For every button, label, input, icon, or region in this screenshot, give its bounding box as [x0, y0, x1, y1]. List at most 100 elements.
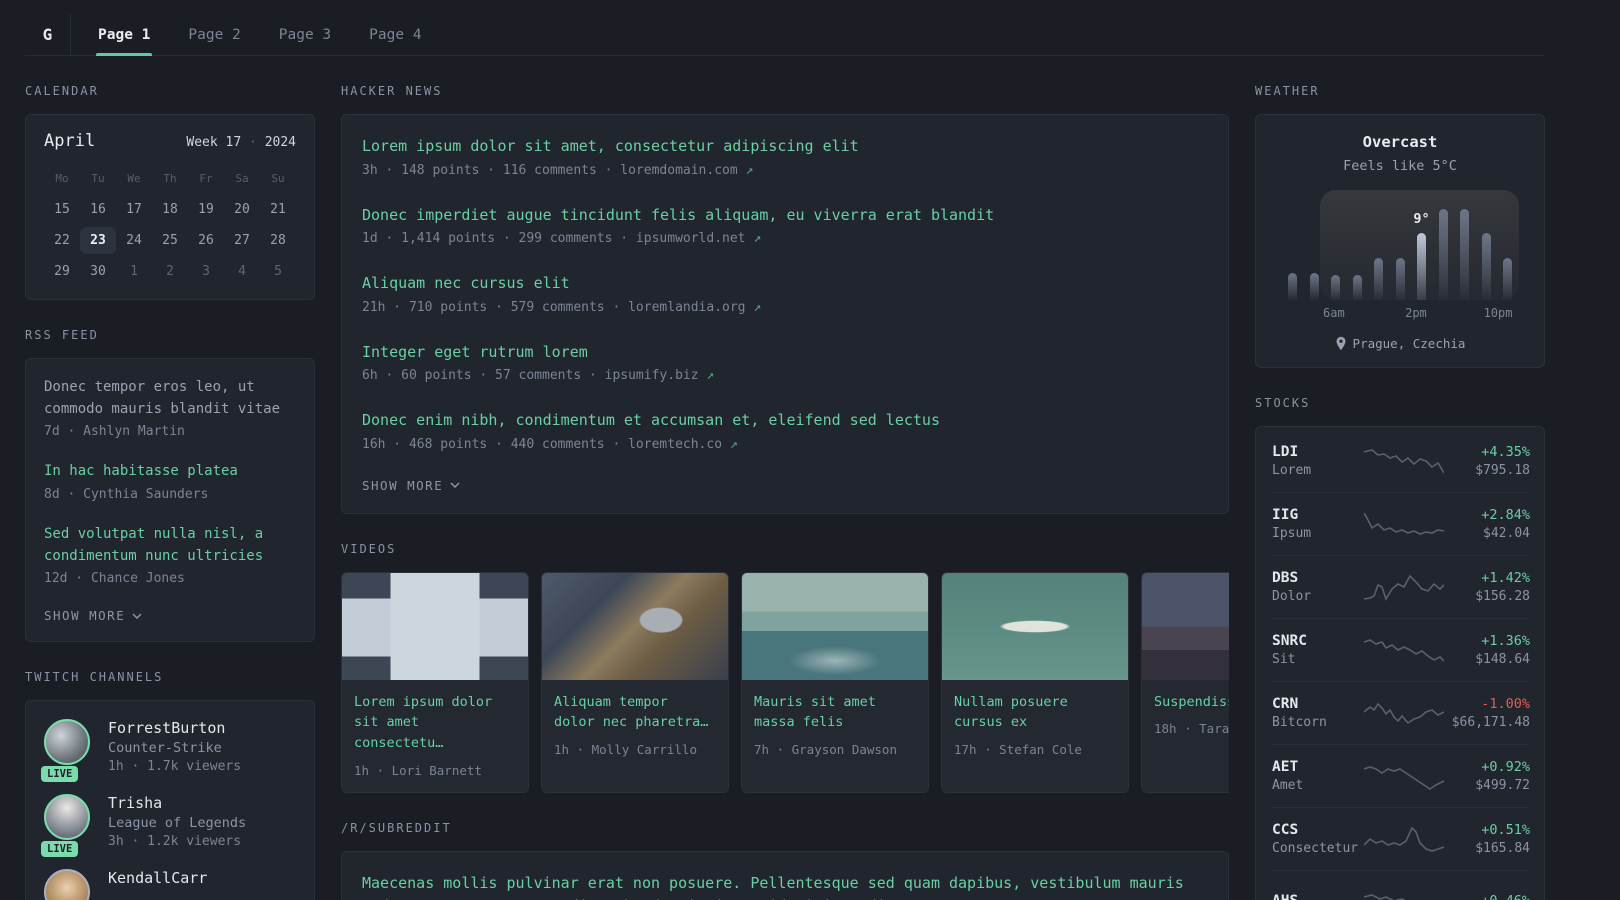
- hn-item-title[interactable]: Integer eget rutrum lorem: [362, 341, 1208, 364]
- video-card[interactable]: Lorem ipsum dolor sit amet consectetu… 1…: [341, 571, 529, 794]
- tab-page-2[interactable]: Page 2: [174, 14, 254, 55]
- external-link-icon[interactable]: ↗: [753, 300, 761, 315]
- calendar-day: 29: [54, 264, 70, 279]
- twitch-widget: TWITCH CHANNELS LIVE ForrestBurton Count…: [25, 670, 315, 900]
- video-title[interactable]: Nullam posuere cursus ex: [954, 692, 1116, 734]
- rss-item-meta: 7d · Ashlyn Martin: [44, 424, 185, 440]
- stock-row[interactable]: LDI Lorem +4.35% $795.18: [1272, 429, 1530, 492]
- stock-change: +0.51%: [1481, 822, 1530, 838]
- video-card[interactable]: Suspendisse diam 18h · Tara: [1141, 571, 1229, 794]
- rss-item-meta: 8d · Cynthia Saunders: [44, 487, 209, 503]
- calendar-weekday: Su: [271, 172, 285, 185]
- app-logo[interactable]: G: [25, 14, 71, 55]
- calendar-grid: Mo Tu We Th Fr Sa Su 15 16 17 18 19 20 21 22 23 24 25 26 27…: [44, 165, 296, 285]
- tab-page-4[interactable]: Page 4: [355, 14, 435, 55]
- stock-row[interactable]: CRN Bitcorn -1.00% $66,171.48: [1272, 681, 1530, 744]
- calendar-weekday: Fr: [199, 172, 213, 185]
- tab-page-3[interactable]: Page 3: [265, 14, 345, 55]
- stock-row[interactable]: AHS +0.46%: [1272, 870, 1530, 900]
- calendar-day: 1: [130, 264, 138, 279]
- stock-change: +0.46%: [1444, 893, 1530, 900]
- external-link-icon[interactable]: ↗: [706, 368, 714, 383]
- stock-price: $795.18: [1475, 462, 1530, 478]
- rss-item-title[interactable]: In hac habitasse platea: [44, 461, 296, 483]
- stock-ticker[interactable]: DBS: [1272, 570, 1364, 586]
- stock-sparkline: [1364, 698, 1444, 728]
- stock-ticker[interactable]: SNRC: [1272, 633, 1364, 649]
- stock-price: $165.84: [1475, 841, 1530, 856]
- video-thumbnail[interactable]: [942, 572, 1128, 680]
- live-badge: LIVE: [41, 841, 79, 858]
- stock-change: +0.92%: [1481, 759, 1530, 775]
- calendar-day: 20: [234, 202, 250, 217]
- twitch-channel-row[interactable]: LIVE Trisha League of Legends 3h · 1.2k …: [41, 794, 296, 858]
- stock-sparkline: [1364, 572, 1444, 602]
- video-list: Lorem ipsum dolor sit amet consectetu… 1…: [341, 571, 1229, 794]
- stock-ticker[interactable]: CRN: [1272, 696, 1364, 712]
- subreddit-widget: /R/SUBREDDIT Maecenas mollis pulvinar er…: [341, 821, 1229, 900]
- video-thumbnail[interactable]: [1142, 572, 1229, 680]
- video-title[interactable]: Suspendisse diam: [1154, 692, 1229, 713]
- external-link-icon[interactable]: ↗: [746, 163, 754, 178]
- rss-item-meta: 12d · Chance Jones: [44, 571, 185, 587]
- external-link-icon[interactable]: ↗: [730, 437, 738, 452]
- video-thumbnail[interactable]: [542, 572, 728, 680]
- rss-item-title[interactable]: Sed volutpat nulla nisl, a condimentum n…: [44, 524, 296, 567]
- video-meta: 1h · Molly Carrillo: [554, 742, 697, 758]
- weather-bar: [1481, 232, 1491, 300]
- reddit-post-title[interactable]: Maecenas mollis pulvinar erat non posuer…: [362, 872, 1208, 900]
- twitch-channel-row[interactable]: LIVE ForrestBurton Counter-Strike 1h · 1…: [41, 719, 296, 783]
- hn-show-more-button[interactable]: SHOW MORE: [362, 478, 1208, 493]
- calendar-day: 4: [238, 264, 246, 279]
- hn-item-title[interactable]: Lorem ipsum dolor sit amet, consectetur …: [362, 135, 1208, 158]
- stock-name: Dolor: [1272, 589, 1312, 604]
- hn-item: Integer eget rutrum lorem 6h · 60 points…: [362, 341, 1208, 384]
- twitch-channel-row[interactable]: KendallCarr: [44, 869, 296, 900]
- reddit-post: Maecenas mollis pulvinar erat non posuer…: [362, 872, 1208, 900]
- weather-time-axis: 6am 2pm 10pm: [1286, 306, 1514, 322]
- rss-show-more-button[interactable]: SHOW MORE: [44, 608, 296, 623]
- stock-ticker[interactable]: LDI: [1272, 444, 1364, 460]
- calendar-day: 28: [270, 233, 286, 248]
- calendar-day: 25: [162, 233, 178, 248]
- stock-row[interactable]: IIG Ipsum +2.84% $42.04: [1272, 492, 1530, 555]
- video-thumbnail[interactable]: [742, 572, 928, 680]
- video-card[interactable]: Aliquam tempor dolor nec pharetra… 1h · …: [541, 571, 729, 794]
- calendar-day: 26: [198, 233, 214, 248]
- rss-item-title[interactable]: Donec tempor eros leo, ut commodo mauris…: [44, 377, 296, 420]
- subreddit-header: /R/SUBREDDIT: [341, 821, 452, 836]
- calendar-weekday: Sa: [235, 172, 249, 185]
- hn-item-title[interactable]: Donec enim nibh, condimentum et accumsan…: [362, 409, 1208, 432]
- stock-row[interactable]: DBS Dolor +1.42% $156.28: [1272, 555, 1530, 618]
- twitch-channel-name[interactable]: Trisha: [108, 794, 246, 812]
- live-badge: LIVE: [41, 766, 79, 783]
- rss-widget: RSS FEED Donec tempor eros leo, ut commo…: [25, 328, 315, 643]
- hn-item-title[interactable]: Donec imperdiet augue tincidunt felis al…: [362, 204, 1208, 227]
- rss-item: Sed volutpat nulla nisl, a condimentum n…: [44, 524, 296, 586]
- hn-item-title[interactable]: Aliquam nec cursus elit: [362, 272, 1208, 295]
- video-card[interactable]: Mauris sit amet massa felis 7h · Grayson…: [741, 571, 929, 794]
- external-link-icon[interactable]: ↗: [753, 231, 761, 246]
- stocks-widget: STOCKS LDI Lorem +4.35% $795.18 IIG Ipsu…: [1255, 396, 1545, 900]
- stock-ticker[interactable]: AET: [1272, 759, 1364, 775]
- stock-ticker[interactable]: AHS: [1272, 893, 1364, 900]
- tab-page-1[interactable]: Page 1: [84, 14, 164, 56]
- stock-name: Ipsum: [1272, 526, 1312, 541]
- twitch-channel-name[interactable]: ForrestBurton: [108, 719, 241, 737]
- stock-sparkline: [1364, 824, 1444, 854]
- calendar-day: 2: [166, 264, 174, 279]
- weather-location: Prague, Czechia: [1272, 336, 1528, 351]
- stock-ticker[interactable]: CCS: [1272, 822, 1364, 838]
- stock-row[interactable]: CCS Consectetur +0.51% $165.84: [1272, 807, 1530, 870]
- video-title[interactable]: Aliquam tempor dolor nec pharetra…: [554, 692, 716, 734]
- video-thumbnail[interactable]: [342, 572, 528, 680]
- hn-item: Lorem ipsum dolor sit amet, consectetur …: [362, 135, 1208, 178]
- video-title[interactable]: Lorem ipsum dolor sit amet consectetu…: [354, 692, 516, 755]
- stock-price: $42.04: [1483, 526, 1530, 541]
- stock-row[interactable]: AET Amet +0.92% $499.72: [1272, 744, 1530, 807]
- stock-row[interactable]: SNRC Sit +1.36% $148.64: [1272, 618, 1530, 681]
- twitch-channel-name[interactable]: KendallCarr: [108, 869, 207, 887]
- video-title[interactable]: Mauris sit amet massa felis: [754, 692, 916, 734]
- stock-ticker[interactable]: IIG: [1272, 507, 1364, 523]
- video-card[interactable]: Nullam posuere cursus ex 17h · Stefan Co…: [941, 571, 1129, 794]
